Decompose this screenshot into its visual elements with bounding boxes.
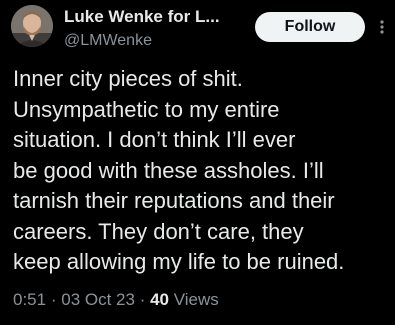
tweet-text-line: Inner city pieces of shit. xyxy=(13,66,243,91)
author-handle[interactable]: @LMWenke xyxy=(64,32,152,50)
tweet-meta: 0:51 · 03 Oct 23 · 40 Views xyxy=(13,290,219,310)
tweet-text-line: keep allowing my life to be ruined. xyxy=(13,249,345,274)
follow-button[interactable]: Follow xyxy=(255,12,365,42)
author-name[interactable]: Luke Wenke for L... xyxy=(64,7,220,27)
views-label: Views xyxy=(173,290,219,309)
tweet-text-line: tarnish their reputations and their xyxy=(13,188,335,213)
avatar-photo xyxy=(11,5,53,47)
meta-separator: · xyxy=(50,290,57,309)
tweet-text-line: Unsympathetic to my entire xyxy=(13,96,280,122)
tweet-date[interactable]: 03 Oct 23 xyxy=(61,290,135,309)
views-count: 40 xyxy=(150,290,170,309)
more-vertical-icon[interactable] xyxy=(374,15,390,39)
tweet-time[interactable]: 0:51 xyxy=(13,290,46,309)
tweet: Luke Wenke for L... @LMWenke Follow Inne… xyxy=(0,0,395,325)
tweet-text-line: be good with these assholes. I’ll xyxy=(13,157,324,183)
meta-separator: · xyxy=(139,290,146,309)
avatar[interactable] xyxy=(11,5,53,47)
tweet-text-line: careers. They don’t care, they xyxy=(13,218,304,244)
tweet-text: Inner city pieces of shit. Unsympathetic… xyxy=(13,64,389,278)
tweet-text-line: situation. I don’t think I’ll ever xyxy=(13,127,296,152)
